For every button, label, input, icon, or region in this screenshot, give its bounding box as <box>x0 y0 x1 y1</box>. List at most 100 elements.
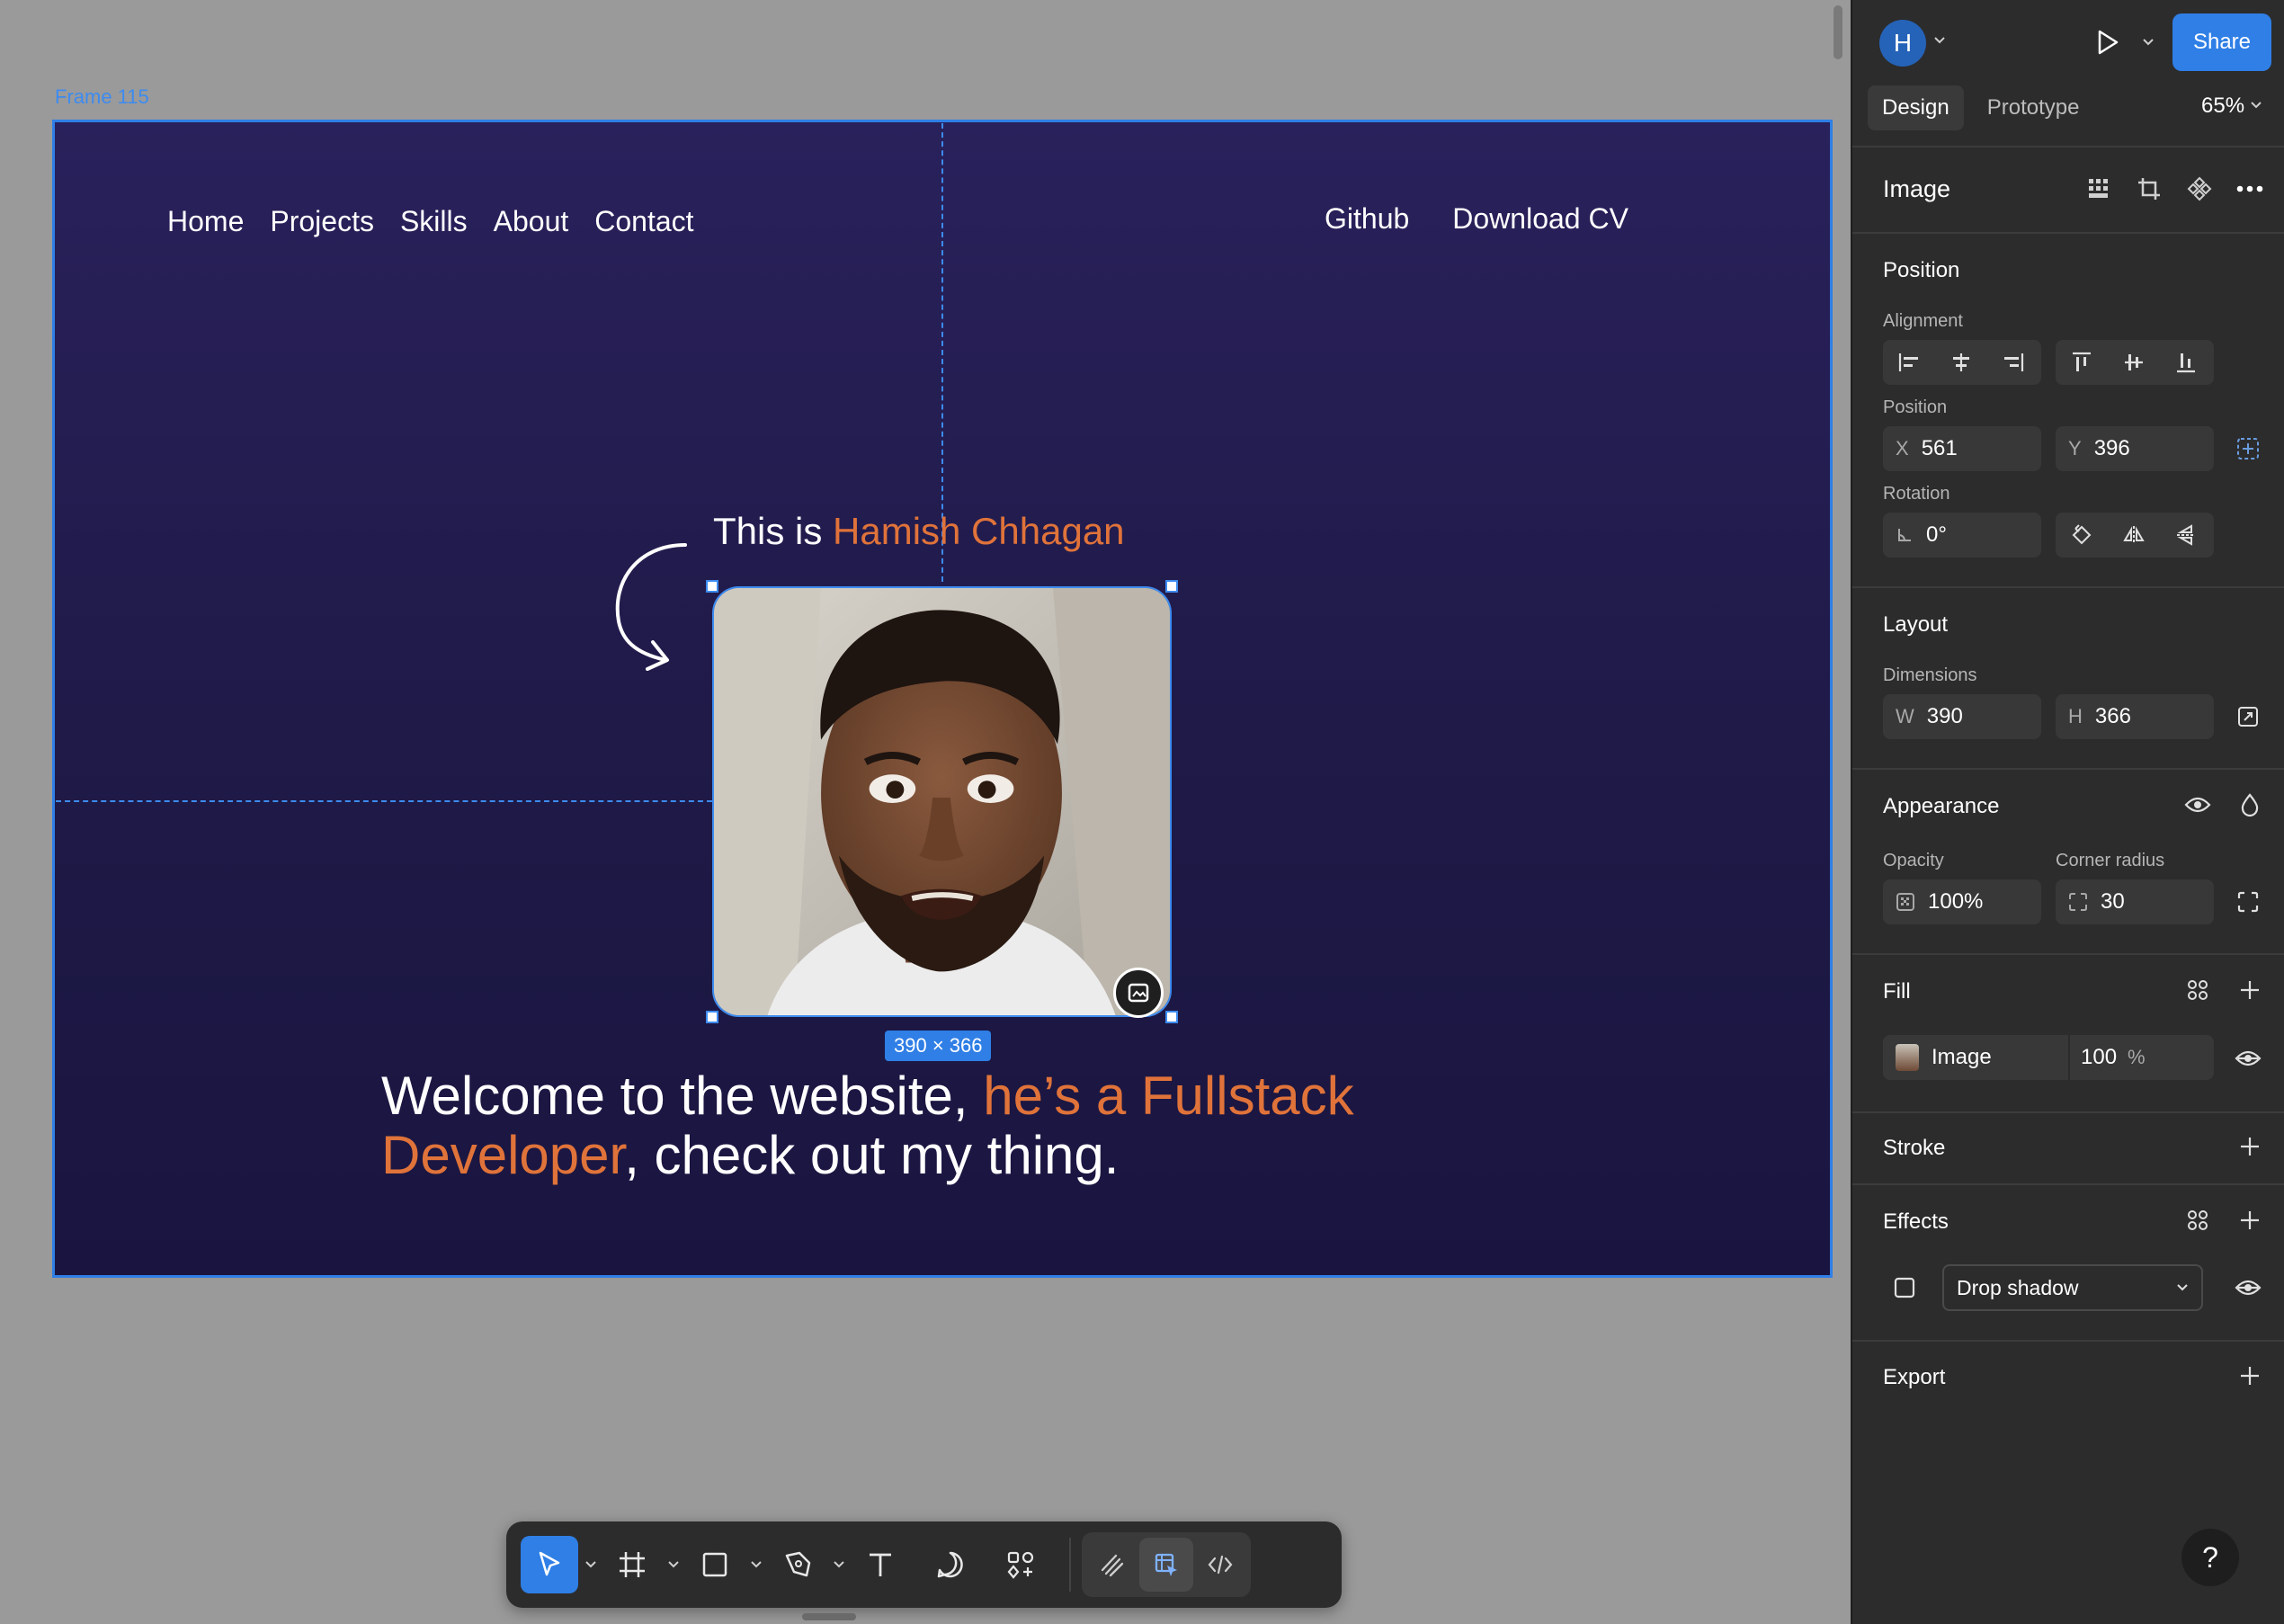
independent-corners-button[interactable] <box>2228 882 2268 922</box>
grid-button[interactable] <box>2079 169 2119 209</box>
canvas-scrollbar[interactable] <box>1833 5 1842 59</box>
effect-styles-button[interactable] <box>2178 1200 2217 1240</box>
move-tool[interactable] <box>521 1536 578 1593</box>
frame-tool-menu[interactable] <box>661 1536 686 1593</box>
rotation-field[interactable]: 0° <box>1883 513 2041 558</box>
zoom-level[interactable]: 65% <box>2201 94 2244 119</box>
flip-horizontal-icon <box>2123 526 2145 544</box>
components-icon <box>1007 1551 1034 1579</box>
alignment-label: Alignment <box>1883 311 1963 331</box>
draw-mode[interactable] <box>1085 1538 1139 1592</box>
resize-handle-top-right[interactable] <box>1165 580 1178 593</box>
image-overlay-icon[interactable] <box>1113 968 1164 1018</box>
pen-tool[interactable] <box>769 1536 826 1593</box>
nav-home[interactable]: Home <box>167 205 244 238</box>
corner-radius-field[interactable]: 30 <box>2056 879 2214 924</box>
effect-type-select[interactable]: Drop shadow <box>1942 1264 2203 1311</box>
fill-type: Image <box>1932 1045 1992 1069</box>
fill-styles-button[interactable] <box>2178 970 2217 1010</box>
help-button[interactable]: ? <box>2181 1529 2239 1586</box>
headline-part-2: , check out my thing. <box>624 1125 1120 1185</box>
opacity-field[interactable]: 100% <box>1883 879 2041 924</box>
remove-effect-button[interactable] <box>2228 1268 2268 1307</box>
nav-download-cv[interactable]: Download CV <box>1452 202 1628 236</box>
move-tool-menu[interactable] <box>578 1536 603 1593</box>
toolbar-grabber[interactable] <box>802 1613 856 1620</box>
frame-tool[interactable] <box>603 1536 661 1593</box>
add-stroke-button[interactable] <box>2230 1127 2270 1166</box>
resize-handle-bottom-right[interactable] <box>1165 1011 1178 1023</box>
intro-text[interactable]: This is Hamish Chhagan <box>713 510 1125 553</box>
nav-about[interactable]: About <box>494 205 569 238</box>
present-button[interactable] <box>2092 27 2122 58</box>
resize-to-fit-button[interactable] <box>2228 697 2268 736</box>
comment-tool[interactable] <box>922 1536 979 1593</box>
rotate-button[interactable] <box>2056 513 2108 558</box>
tab-prototype[interactable]: Prototype <box>1973 85 2094 130</box>
flip-horizontal-button[interactable] <box>2108 513 2160 558</box>
user-avatar[interactable]: H <box>1879 20 1926 67</box>
divider <box>1852 1183 2284 1185</box>
align-center-h-button[interactable] <box>1935 340 1987 385</box>
plus-icon <box>2241 1138 2259 1156</box>
more-button[interactable] <box>2230 169 2270 209</box>
resize-handle-bottom-left[interactable] <box>706 1011 718 1023</box>
actions-tool[interactable] <box>992 1536 1049 1593</box>
tab-design[interactable]: Design <box>1868 85 1964 130</box>
text-tool[interactable] <box>852 1536 909 1593</box>
align-right-button[interactable] <box>1987 340 2039 385</box>
nav-contact[interactable]: Contact <box>594 205 693 238</box>
width-field[interactable]: W 390 <box>1883 694 2041 739</box>
crop-button[interactable] <box>2129 169 2169 209</box>
divider <box>1852 953 2284 955</box>
pen-icon <box>785 1551 811 1577</box>
add-effect-button[interactable] <box>2230 1200 2270 1240</box>
divider <box>1852 586 2284 588</box>
x-label: X <box>1896 437 1909 460</box>
dev-mode-icon <box>1208 1555 1233 1575</box>
component-button[interactable] <box>2180 169 2219 209</box>
avatar-menu[interactable] <box>1933 36 1946 45</box>
remove-fill-button[interactable] <box>2228 1039 2268 1078</box>
shape-tool[interactable] <box>686 1536 744 1593</box>
align-top-button[interactable] <box>2056 340 2108 385</box>
dev-mode[interactable] <box>1193 1538 1247 1592</box>
zoom-menu[interactable] <box>2250 101 2262 110</box>
divider <box>1852 768 2284 770</box>
canvas[interactable]: Frame 115 Home Projects Skills About Con… <box>0 0 1851 1624</box>
curved-arrow-icon[interactable] <box>602 536 692 671</box>
corner-radius-icon <box>2069 893 2087 911</box>
visibility-toggle[interactable] <box>2178 785 2217 825</box>
resize-handle-top-left[interactable] <box>706 580 718 593</box>
nav-skills[interactable]: Skills <box>400 205 468 238</box>
play-icon <box>2098 30 2119 55</box>
profile-image[interactable] <box>712 586 1172 1017</box>
y-value: 396 <box>2093 436 2130 460</box>
fill-row[interactable]: Image 100 % <box>1883 1035 2214 1080</box>
drop-icon <box>2241 793 2259 817</box>
headline-text[interactable]: Welcome to the website, he’s a Fullstack… <box>381 1066 1550 1185</box>
share-button[interactable]: Share <box>2172 13 2271 71</box>
frame-label[interactable]: Frame 115 <box>55 85 149 109</box>
x-field[interactable]: X 561 <box>1883 426 2041 471</box>
height-field[interactable]: H 366 <box>2056 694 2214 739</box>
design-mode[interactable] <box>1139 1538 1193 1592</box>
pen-tool-menu[interactable] <box>826 1536 852 1593</box>
constraints-button[interactable] <box>2228 429 2268 468</box>
effect-settings-button[interactable] <box>1885 1268 1924 1307</box>
shape-tool-menu[interactable] <box>744 1536 769 1593</box>
align-left-button[interactable] <box>1883 340 1935 385</box>
frame-icon <box>620 1552 645 1577</box>
chevron-down-icon <box>1934 37 1945 44</box>
blend-mode-button[interactable] <box>2230 785 2270 825</box>
align-bottom-button[interactable] <box>2160 340 2212 385</box>
nav-projects[interactable]: Projects <box>270 205 374 238</box>
divider <box>1852 232 2284 234</box>
add-fill-button[interactable] <box>2230 970 2270 1010</box>
y-field[interactable]: Y 396 <box>2056 426 2214 471</box>
nav-github[interactable]: Github <box>1325 202 1409 236</box>
present-menu[interactable] <box>2142 38 2155 47</box>
align-middle-button[interactable] <box>2108 340 2160 385</box>
flip-vertical-button[interactable] <box>2160 513 2212 558</box>
add-export-button[interactable] <box>2230 1356 2270 1396</box>
